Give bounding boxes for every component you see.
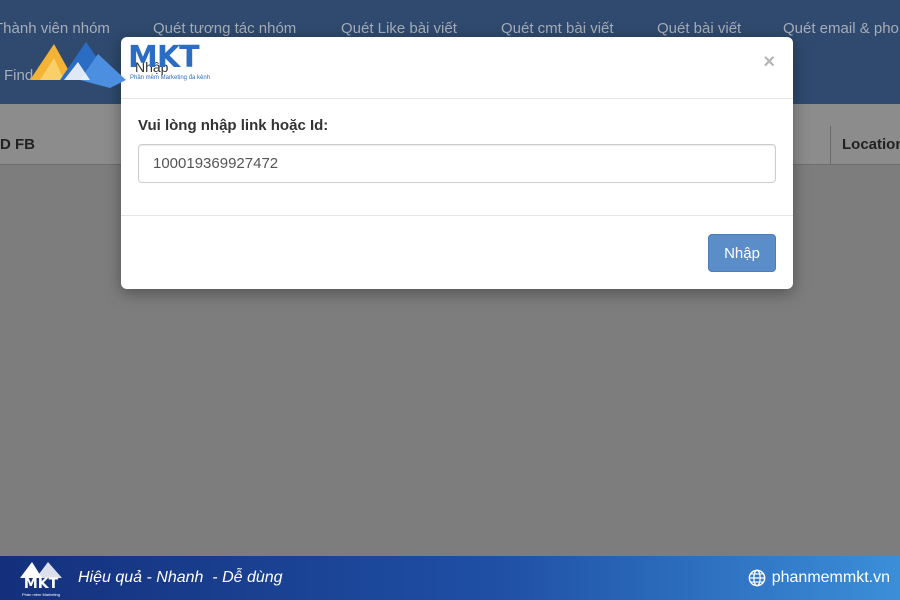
column-header-location[interactable]: Location [842,136,900,153]
find-tab[interactable]: Find [4,67,33,84]
dialog-body: Vui lòng nhập link hoặc Id: [121,99,793,216]
banner-logo-subtitle: Phần mềm Marketing [21,592,60,597]
banner-logo-text: MKT [23,576,59,592]
tab-scan-post-likes[interactable]: Quét Like bài viết [341,20,457,37]
mkt-logo-mark-icon [30,42,126,88]
link-or-id-label: Vui lòng nhập link hoặc Id: [138,117,329,134]
mkt-logo-subtitle: Phần mềm Marketing đa kênh [130,75,211,81]
tab-group-members[interactable]: Thành viên nhóm [0,20,110,37]
banner-logo: MKT Phần mềm Marketing [18,560,64,598]
banner-website-text: phanmemmkt.vn [771,569,890,586]
tab-scan-posts[interactable]: Quét bài viết [657,20,741,37]
globe-icon [748,569,766,587]
column-divider [830,126,831,165]
promo-banner: MKT Phần mềm Marketing Hiệu quả - Nhanh … [0,556,900,600]
banner-slogan: Hiệu quả - Nhanh - Dễ dùng [78,569,283,586]
tab-scan-email-phone[interactable]: Quét email & pho [783,20,899,37]
submit-button[interactable]: Nhập [708,234,776,272]
link-or-id-input[interactable] [138,144,776,183]
mkt-logo: MKT Phần mềm Marketing đa kênh [30,40,230,100]
column-header-id-fb[interactable]: D FB [0,136,35,153]
mkt-logo-text: MKT [128,40,200,75]
banner-website[interactable]: phanmemmkt.vn [748,569,890,587]
tab-scan-group-interaction[interactable]: Quét tương tác nhóm [153,20,296,37]
close-icon[interactable]: × [763,51,775,74]
tab-scan-post-comments[interactable]: Quét cmt bài viết [501,20,614,37]
